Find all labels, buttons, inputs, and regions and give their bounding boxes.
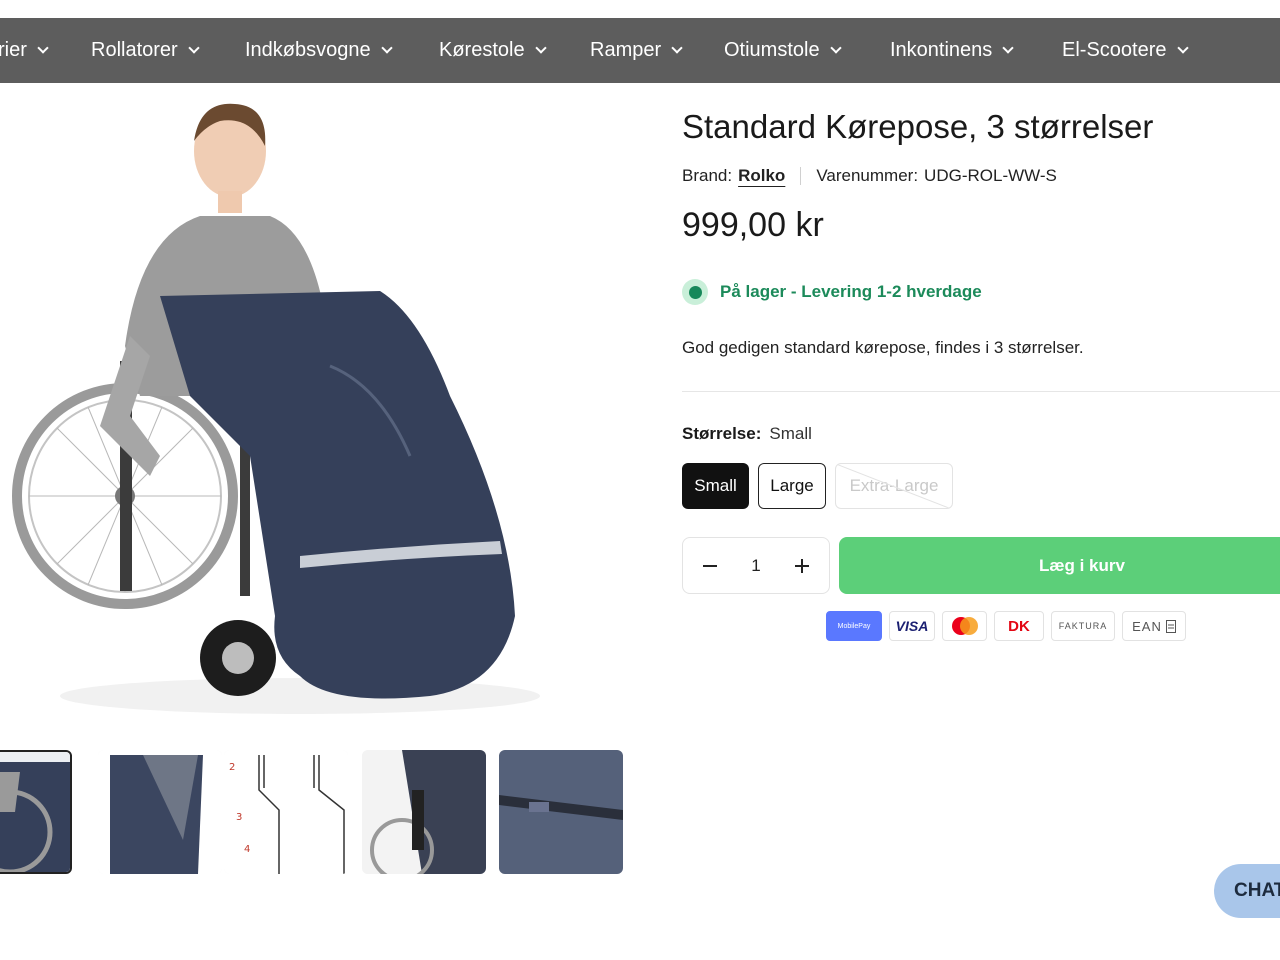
chevron-down-icon — [37, 42, 49, 54]
nav-item-inkontinens[interactable]: Inkontinens — [890, 18, 1014, 83]
product-title: Standard Kørepose, 3 størrelser — [682, 108, 1154, 145]
mastercard-icon — [942, 611, 987, 641]
meta-divider — [800, 167, 802, 185]
thumbnail-1[interactable] — [0, 750, 72, 874]
size-option-extra-large[interactable]: Extra-Large — [835, 463, 953, 509]
sku-value: UDG-ROL-WW-S — [924, 166, 1057, 185]
nav-item-rollatorer[interactable]: Rollatorer — [91, 18, 200, 83]
mobilepay-icon: MobilePay — [826, 611, 882, 641]
size-option-large[interactable]: Large — [758, 463, 826, 509]
nav-item-label: rier — [0, 39, 27, 61]
brand-label: Brand: — [682, 166, 733, 185]
sku-label: Varenummer: — [816, 166, 919, 185]
nav-item-label: Rollatorer — [91, 39, 178, 61]
chevron-down-icon — [380, 42, 393, 54]
svg-text:4: 4 — [244, 844, 250, 855]
nav-item-el-scootere[interactable]: El-Scootere — [1062, 18, 1189, 83]
quantity-stepper: 1 — [682, 537, 830, 594]
nav-item-korestole[interactable]: Kørestole — [439, 18, 547, 83]
faktura-icon-label: FAKTURA — [1058, 621, 1108, 631]
nav-item-label: Otiumstole — [724, 39, 820, 61]
chat-label: CHAT — [1234, 880, 1280, 901]
stock-text: På lager - Levering 1-2 hverdage — [720, 282, 982, 301]
nav-item-label: El-Scootere — [1062, 39, 1167, 61]
nav-item-label: Ramper — [590, 39, 662, 61]
thumbnail-3[interactable]: 2 3 4 — [224, 750, 348, 874]
in-stock-dot-icon — [682, 279, 708, 305]
nav-item-label: Inkontinens — [890, 39, 993, 61]
add-to-cart-label: Læg i kurv — [1039, 555, 1125, 575]
nav-item-ramper[interactable]: Ramper — [590, 18, 683, 83]
quantity-value[interactable]: 1 — [751, 556, 760, 576]
dankort-icon: DK — [994, 611, 1044, 641]
thumbnail-strip: 2 3 4 — [0, 750, 630, 875]
dankort-icon-label: DK — [1008, 617, 1030, 635]
nav-item-label: Kørestole — [439, 39, 525, 61]
document-icon — [1165, 619, 1176, 633]
size-option-small[interactable]: Small — [682, 463, 749, 509]
main-nav: rier Rollatorer Indkøbsvogne Kørestole R… — [0, 18, 1280, 83]
chevron-down-icon — [1002, 42, 1014, 54]
brand-link[interactable]: Rolko — [738, 166, 785, 186]
ean-icon: EAN — [1122, 611, 1186, 641]
nav-item-indkobsvogne[interactable]: Indkøbsvogne — [245, 18, 393, 83]
divider — [682, 391, 1280, 392]
mobilepay-icon-label: MobilePay — [837, 622, 871, 630]
chat-button[interactable]: CHAT — [1214, 864, 1280, 918]
chevron-down-icon — [188, 42, 200, 54]
top-strip — [0, 0, 1280, 18]
plus-icon[interactable] — [791, 555, 813, 577]
add-to-cart-button[interactable]: Læg i kurv — [839, 537, 1280, 594]
faktura-icon: FAKTURA — [1051, 611, 1115, 641]
size-label: Størrelse: Small — [682, 424, 812, 444]
mastercard-logo-icon — [951, 617, 978, 635]
size-label-key: Størrelse: — [682, 424, 762, 443]
minus-icon[interactable] — [699, 555, 721, 577]
chevron-down-icon — [1176, 42, 1189, 54]
product-description: God gedigen standard kørepose, findes i … — [682, 338, 1084, 357]
product-meta: Brand: Rolko Varenummer: UDG-ROL-WW-S — [682, 164, 1057, 188]
thumbnail-4[interactable] — [362, 750, 486, 874]
product-price: 999,00 kr — [682, 206, 824, 244]
svg-text:3: 3 — [236, 812, 242, 823]
product-image[interactable] — [0, 96, 630, 731]
svg-text:2: 2 — [229, 762, 235, 773]
thumbnail-2[interactable] — [98, 750, 222, 874]
chevron-down-icon — [829, 42, 842, 54]
unavailable-strike-icon — [836, 464, 951, 508]
visa-icon-label: VISA — [895, 618, 929, 634]
chevron-down-icon — [534, 42, 547, 54]
chevron-down-icon — [671, 42, 683, 54]
ean-icon-label: EAN — [1132, 618, 1162, 634]
size-selected-value: Small — [769, 424, 812, 443]
visa-icon: VISA — [889, 611, 935, 641]
stock-status: På lager - Levering 1-2 hverdage — [682, 278, 982, 306]
nav-item-accessories[interactable]: rier — [0, 18, 49, 83]
thumbnail-5[interactable] — [499, 750, 623, 874]
nav-item-otiumstole[interactable]: Otiumstole — [724, 18, 842, 83]
nav-item-label: Indkøbsvogne — [245, 39, 371, 61]
